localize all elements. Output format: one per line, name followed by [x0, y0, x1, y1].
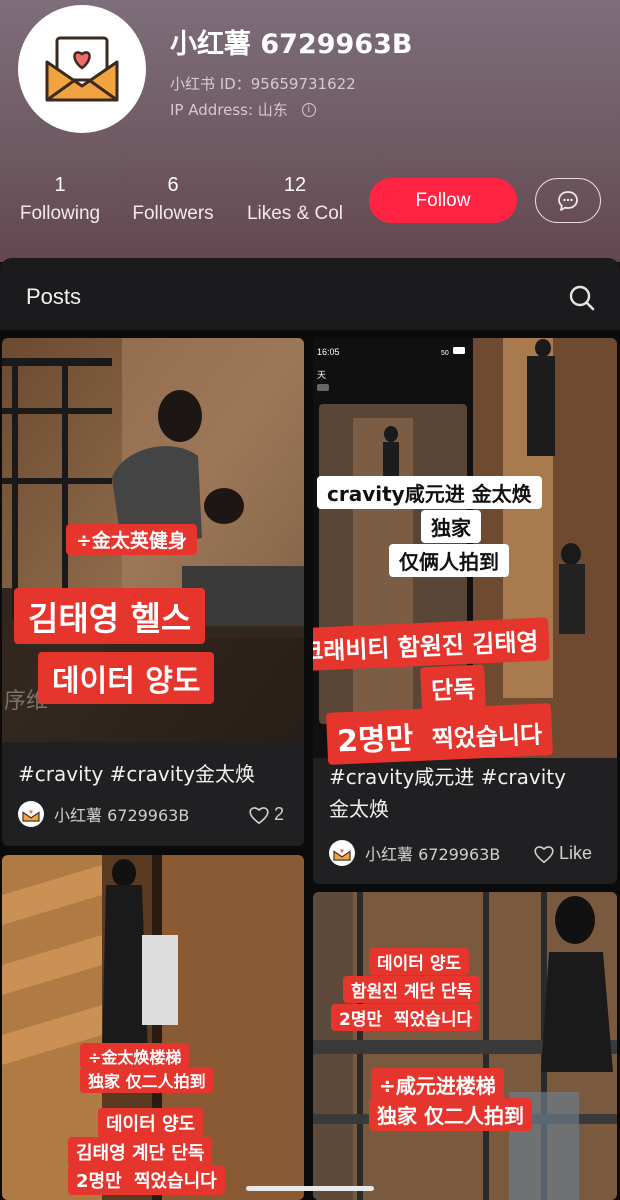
heart-icon — [534, 845, 554, 863]
post-author[interactable]: 小红薯 6729963B — [329, 840, 500, 866]
stat-following-value: 1 — [54, 174, 66, 196]
stat-likes[interactable]: 12 Likes & Col — [242, 174, 348, 225]
post-card[interactable]: 序维 ÷金太英健身 김태영 헬스 데이터 양도 #cravity #cravit… — [2, 338, 304, 846]
overlay-tag: 함원진 계단 단독 — [343, 976, 481, 1003]
stat-followers-label: Followers — [132, 203, 214, 224]
post-author[interactable]: 小红薯 6729963B — [18, 801, 189, 827]
ip-address-text: IP Address: 山东 — [170, 101, 288, 119]
overlay-tag: ÷咸元进楼梯 — [371, 1068, 504, 1101]
like-button[interactable]: Like — [533, 843, 592, 864]
follow-button[interactable]: Follow — [369, 178, 517, 223]
overlay-tag: ÷金太焕楼梯 — [80, 1043, 190, 1069]
like-count: 2 — [274, 804, 285, 824]
overlay-line: 데이터 양도 — [38, 652, 215, 704]
overlay-tag-a: 2명만 — [76, 1171, 122, 1192]
user-id: 小红书 ID：95659731622 — [170, 75, 356, 93]
overlay-line: 김태영 헬스 — [14, 588, 206, 644]
overlay-white: 独家 — [421, 510, 481, 543]
overlay-tag: 独家 仅二人拍到 — [369, 1098, 532, 1131]
search-icon — [569, 285, 595, 311]
overlay-red-b: 찍었습니다 — [431, 720, 543, 754]
overlay-white: 仅俩人拍到 — [389, 544, 509, 577]
post-card[interactable]: 16:05 50 天 cravity咸元进 金太焕 独家 仅俩人拍到 크래비티 … — [313, 338, 617, 884]
stat-following-label: Following — [19, 203, 101, 224]
overlay-tag: 2명만 찍었습니다 — [331, 1004, 481, 1031]
post-thumbnail[interactable] — [313, 892, 617, 1200]
home-indicator[interactable] — [246, 1186, 374, 1191]
author-name: 小红薯 6729963B — [365, 845, 501, 864]
post-title: #cravity #cravity金太焕 — [18, 762, 255, 786]
overlay-tag: 独家 仅二人拍到 — [80, 1067, 214, 1093]
overlay-red-a: 2명만 — [336, 721, 415, 760]
posts-tab[interactable]: Posts — [26, 284, 81, 310]
chat-bubble-icon — [558, 190, 578, 211]
overlay-tag-b: 찍었습니다 — [133, 1171, 217, 1192]
overlay-red: 2명만 찍었습니다 — [325, 703, 553, 765]
info-icon[interactable]: i — [301, 102, 316, 117]
phone-time: 16:05 — [317, 347, 340, 357]
overlay-tag: 데이터 양도 — [98, 1108, 204, 1138]
envelope-heart-icon — [45, 36, 119, 102]
stat-likes-label: Likes & Col — [246, 203, 344, 224]
stat-followers-value: 6 — [167, 174, 179, 196]
stat-following[interactable]: 1 Following — [18, 174, 102, 225]
post-title-line2: 金太焕 — [329, 797, 389, 821]
overlay-tag: ÷金太英健身 — [66, 524, 197, 555]
author-avatar — [18, 801, 44, 827]
avatar[interactable] — [18, 5, 146, 133]
username: 小红薯 6729963B — [170, 29, 413, 60]
overlay-tag: 2명만 찍었습니다 — [68, 1165, 225, 1195]
message-button[interactable] — [535, 178, 601, 223]
stat-followers[interactable]: 6 Followers — [129, 174, 217, 225]
envelope-heart-icon — [333, 849, 351, 861]
overlay-tag: 김태영 계단 단독 — [68, 1137, 213, 1167]
phone-day: 天 — [317, 371, 326, 381]
overlay-tag-b: 찍었습니다 — [394, 1010, 473, 1030]
post-card[interactable]: 데이터 양도 함원진 계단 단독 2명만 찍었습니다 ÷咸元进楼梯 独家 仅二人… — [313, 892, 617, 1200]
overlay-tag-a: 2명만 — [339, 1010, 383, 1030]
profile-header: 小红薯 6729963B 小红书 ID：95659731622 IP Addre… — [0, 0, 620, 262]
search-button[interactable] — [566, 282, 598, 314]
like-label: Like — [559, 843, 593, 863]
post-card[interactable]: ÷金太焕楼梯 独家 仅二人拍到 데이터 양도 김태영 계단 단독 2명만 찍었습… — [2, 855, 304, 1200]
author-name: 小红薯 6729963B — [54, 806, 190, 825]
ip-address: IP Address: 山东 i — [170, 99, 316, 120]
stat-likes-value: 12 — [283, 174, 307, 196]
phone-status: 50 — [441, 350, 449, 357]
overlay-white: cravity咸元进 金太焕 — [317, 476, 542, 509]
overlay-red: 단독 — [420, 664, 487, 711]
like-button[interactable]: 2 — [248, 804, 284, 825]
envelope-heart-icon — [22, 810, 40, 822]
post-title: #cravity咸元进 #cravity — [329, 765, 566, 789]
overlay-tag: 데이터 양도 — [369, 948, 470, 975]
heart-icon — [249, 806, 269, 824]
author-avatar — [329, 840, 355, 866]
